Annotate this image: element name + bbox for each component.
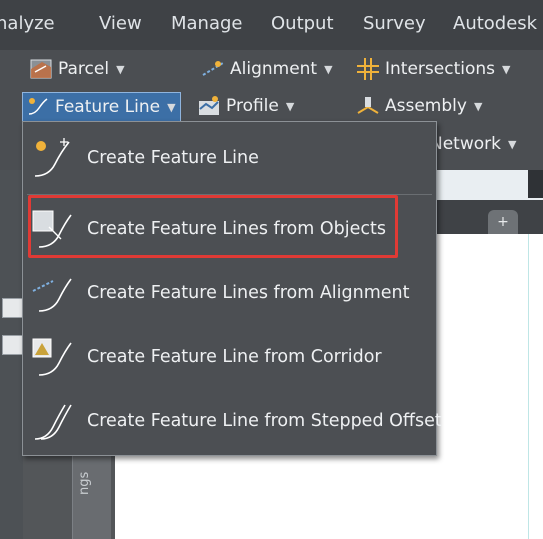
tab-manage[interactable]: Manage xyxy=(171,13,243,35)
feature-line-stepped-offset-icon xyxy=(34,404,72,440)
alignment-button[interactable]: Alignment ▼ xyxy=(202,55,333,83)
assembly-button[interactable]: Assembly ▼ xyxy=(357,92,482,120)
tab-survey[interactable]: Survey xyxy=(363,13,426,35)
assembly-label: Assembly xyxy=(385,96,467,116)
chevron-down-icon: ▼ xyxy=(324,62,333,76)
app-window: nalyze View Manage Output Survey Autodes… xyxy=(0,0,543,539)
chevron-down-icon: ▼ xyxy=(507,137,517,151)
parcel-icon xyxy=(30,59,52,79)
viewport-edge xyxy=(528,234,529,539)
palette-slot[interactable] xyxy=(2,298,23,318)
intersections-icon xyxy=(357,58,379,80)
chevron-down-icon: ▼ xyxy=(285,99,295,113)
tab-autodesk[interactable]: Autodesk 3 xyxy=(453,13,543,35)
palette-slot[interactable] xyxy=(2,335,23,355)
feature-line-from-corridor-icon xyxy=(32,338,72,376)
feature-line-icon xyxy=(28,98,48,115)
feature-line-label: Feature Line xyxy=(55,97,161,117)
tool-palette-strip xyxy=(0,170,23,539)
profile-icon xyxy=(199,96,219,115)
pipe-network-button[interactable]: Network ▼ xyxy=(430,130,516,158)
create-feature-line-item[interactable]: Create Feature Line xyxy=(23,130,436,186)
parcel-button[interactable]: Parcel ▼ xyxy=(30,55,125,83)
feature-line-button[interactable]: Feature Line ▼ xyxy=(22,92,181,122)
new-tab-button[interactable]: + xyxy=(488,210,518,234)
create-feature-line-from-corridor-item[interactable]: Create Feature Line from Corridor xyxy=(23,329,436,385)
chevron-down-icon: ▼ xyxy=(473,99,483,113)
feature-line-dropdown: Create Feature Line Create Feature Lines… xyxy=(22,121,442,456)
item-label: Create Feature Line from Stepped Offset xyxy=(87,411,442,431)
parcel-label: Parcel xyxy=(58,59,110,79)
intersections-button[interactable]: Intersections ▼ xyxy=(357,55,510,83)
feature-lines-from-alignment-icon xyxy=(32,278,72,312)
intersections-label: Intersections xyxy=(385,59,495,79)
ribbon-edge xyxy=(528,170,543,198)
profile-label: Profile xyxy=(226,96,279,116)
item-label: Create Feature Line xyxy=(87,148,259,168)
side-tab-label: ngs xyxy=(77,471,92,495)
item-label: Create Feature Line from Corridor xyxy=(87,347,382,367)
chevron-down-icon: ▼ xyxy=(502,62,511,76)
menu-bar: nalyze View Manage Output Survey Autodes… xyxy=(0,0,543,50)
tab-analyze[interactable]: nalyze xyxy=(0,13,55,35)
tab-view[interactable]: View xyxy=(99,13,142,35)
settings-side-tab[interactable]: ngs xyxy=(72,455,111,539)
chevron-down-icon: ▼ xyxy=(167,100,176,114)
item-label: Create Feature Lines from Alignment xyxy=(87,283,410,303)
alignment-label: Alignment xyxy=(230,59,318,79)
highlight-box xyxy=(28,195,398,258)
network-label: Network xyxy=(430,134,501,154)
chevron-down-icon: ▼ xyxy=(116,62,125,76)
create-feature-line-icon xyxy=(34,138,70,177)
create-feature-line-from-stepped-offset-item[interactable]: Create Feature Line from Stepped Offset xyxy=(23,393,442,449)
assembly-icon xyxy=(357,97,379,114)
alignment-icon xyxy=(202,61,224,76)
profile-button[interactable]: Profile ▼ xyxy=(198,92,294,120)
tab-output[interactable]: Output xyxy=(271,13,334,35)
create-feature-lines-from-alignment-item[interactable]: Create Feature Lines from Alignment xyxy=(23,265,436,321)
